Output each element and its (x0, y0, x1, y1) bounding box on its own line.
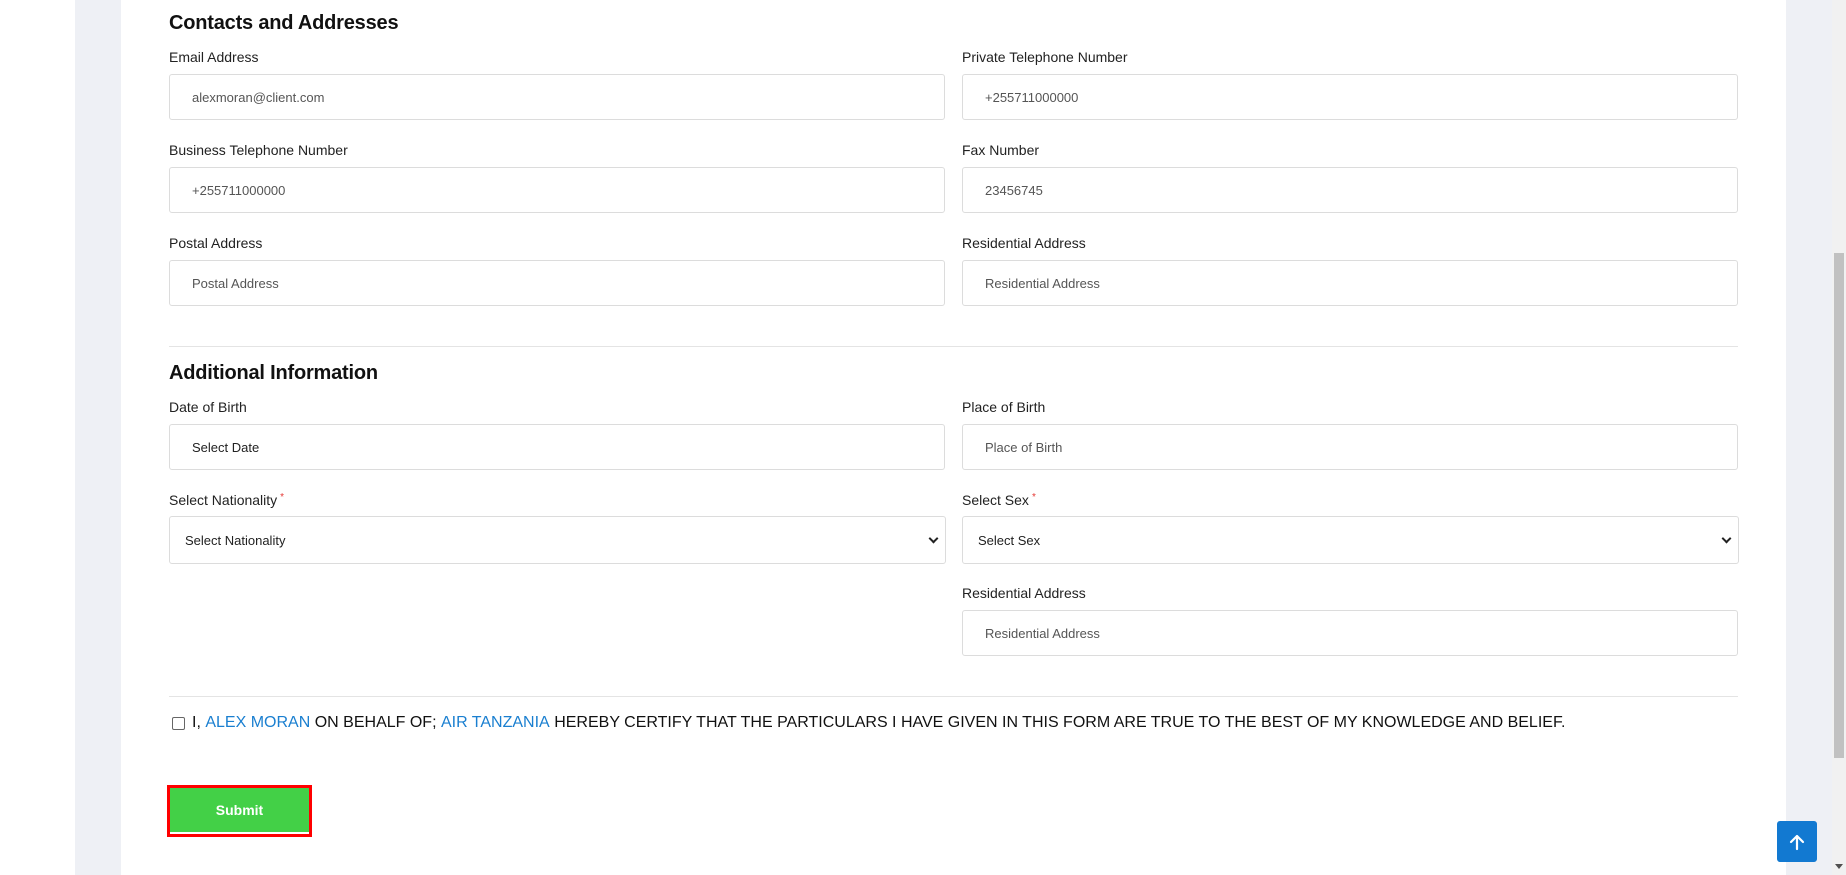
fax-label: Fax Number (962, 142, 1040, 158)
section-title-contacts: Contacts and Addresses (169, 12, 399, 34)
background-band-right (1786, 0, 1832, 875)
postal-address-field[interactable]: Postal Address (169, 260, 945, 306)
section-title-additional: Additional Information (169, 362, 378, 384)
residential-address-label: Residential Address (962, 235, 1086, 251)
nationality-selected: Select Nationality (185, 532, 286, 548)
residential-address-2-label: Residential Address (962, 585, 1086, 601)
business-phone-value: +255711000000 (192, 182, 286, 198)
section-divider (169, 346, 1738, 347)
chevron-down-icon (1721, 533, 1732, 543)
cert-suffix: HEREBY CERTIFY THAT THE PARTICULARS I HA… (554, 714, 1566, 731)
dob-placeholder: Select Date (192, 439, 260, 455)
nationality-select[interactable]: Select Nationality (169, 516, 946, 564)
email-label: Email Address (169, 49, 259, 65)
chevron-down-icon (928, 533, 939, 543)
submit-button[interactable]: Submit (170, 788, 309, 832)
private-phone-field[interactable]: +255711000000 (962, 74, 1738, 120)
vertical-scrollbar[interactable] (1832, 0, 1846, 875)
cert-middle: ON BEHALF OF; (314, 714, 437, 731)
certify-checkbox[interactable] (172, 716, 185, 730)
arrow-up-icon (1789, 834, 1805, 850)
dob-field[interactable]: Select Date (169, 424, 945, 470)
background-band-left (75, 0, 121, 875)
nationality-label-text: Select Nationality (169, 492, 278, 508)
sex-label: Select Sex * (962, 492, 1036, 508)
place-of-birth-field[interactable]: Place of Birth (962, 424, 1738, 470)
cert-organization-link[interactable]: AIR TANZANIA (441, 714, 550, 732)
email-value: alexmoran@client.com (192, 89, 325, 105)
place-of-birth-label: Place of Birth (962, 399, 1046, 415)
fax-value: 23456745 (985, 182, 1043, 198)
sex-selected: Select Sex (978, 532, 1041, 548)
certification-divider (169, 696, 1738, 697)
required-mark: * (1031, 492, 1036, 503)
scroll-down-arrow-icon[interactable] (1835, 864, 1843, 869)
email-field[interactable]: alexmoran@client.com (169, 74, 945, 120)
residential-address-placeholder: Residential Address (985, 275, 1100, 291)
fax-field[interactable]: 23456745 (962, 167, 1738, 213)
page-gutter (0, 0, 75, 875)
certification-statement: I, ALEX MORAN ON BEHALF OF; AIR TANZANIA… (172, 714, 1565, 732)
back-to-top-button[interactable] (1777, 821, 1817, 862)
postal-address-placeholder: Postal Address (192, 275, 279, 291)
business-phone-field[interactable]: +255711000000 (169, 167, 945, 213)
sex-select[interactable]: Select Sex (962, 516, 1739, 564)
scrollbar-thumb[interactable] (1834, 253, 1844, 758)
residential-address-2-placeholder: Residential Address (985, 625, 1100, 641)
private-phone-label: Private Telephone Number (962, 49, 1128, 65)
required-mark: * (280, 492, 285, 503)
residential-address-field[interactable]: Residential Address (962, 260, 1738, 306)
private-phone-value: +255711000000 (985, 89, 1079, 105)
cert-prefix: I, (192, 714, 201, 731)
residential-address-2-field[interactable]: Residential Address (962, 610, 1738, 656)
place-of-birth-placeholder: Place of Birth (985, 439, 1063, 455)
sex-label-text: Select Sex (962, 492, 1029, 508)
business-phone-label: Business Telephone Number (169, 142, 348, 158)
dob-label: Date of Birth (169, 399, 247, 415)
cert-name-link[interactable]: ALEX MORAN (205, 714, 310, 732)
nationality-label: Select Nationality * (169, 492, 284, 508)
postal-address-label: Postal Address (169, 235, 263, 251)
